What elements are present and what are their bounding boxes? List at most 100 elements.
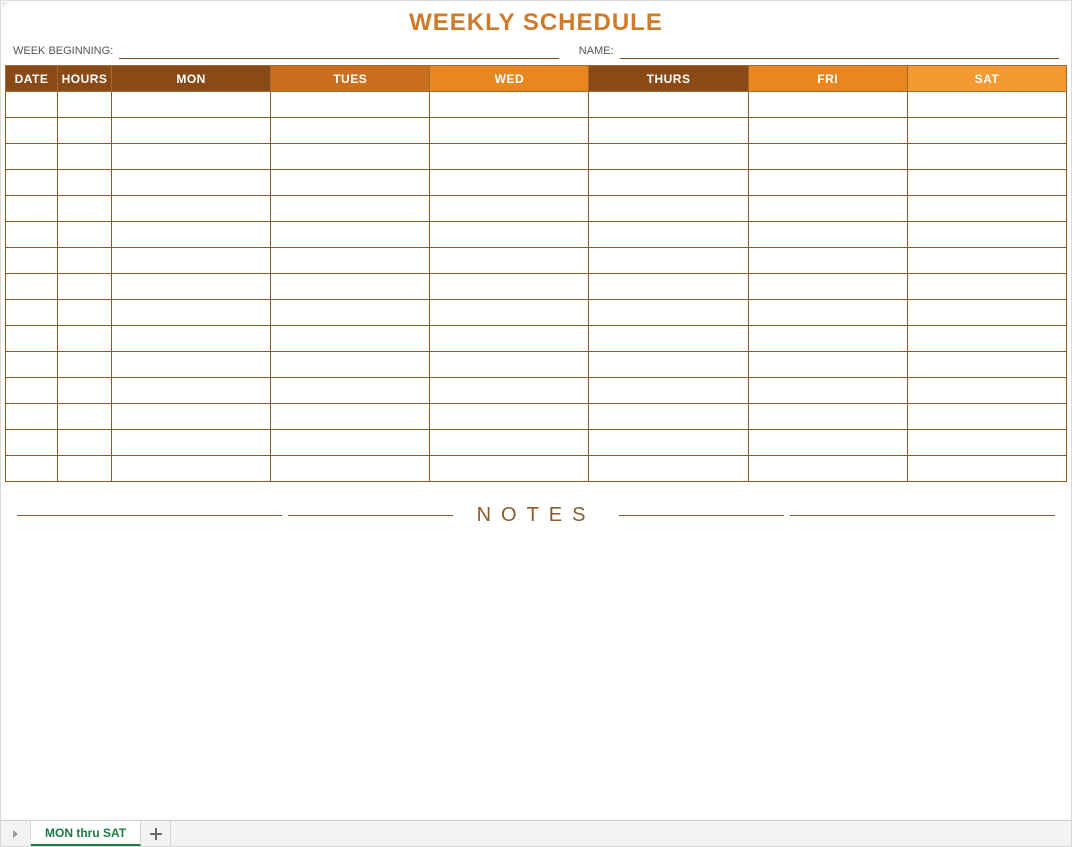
table-cell[interactable] (6, 456, 58, 482)
table-cell[interactable] (589, 118, 748, 144)
table-cell[interactable] (430, 196, 589, 222)
table-cell[interactable] (589, 404, 748, 430)
table-cell[interactable] (271, 118, 430, 144)
table-cell[interactable] (430, 326, 589, 352)
table-cell[interactable] (907, 222, 1066, 248)
table-cell[interactable] (430, 92, 589, 118)
table-cell[interactable] (6, 378, 58, 404)
table-cell[interactable] (589, 378, 748, 404)
table-cell[interactable] (6, 274, 58, 300)
table-cell[interactable] (430, 352, 589, 378)
col-header-hours[interactable]: HOURS (58, 66, 112, 92)
table-cell[interactable] (6, 196, 58, 222)
table-cell[interactable] (112, 274, 271, 300)
table-cell[interactable] (430, 274, 589, 300)
table-cell[interactable] (6, 300, 58, 326)
table-cell[interactable] (748, 92, 907, 118)
table-cell[interactable] (112, 326, 271, 352)
table-cell[interactable] (271, 378, 430, 404)
table-cell[interactable] (748, 222, 907, 248)
table-cell[interactable] (112, 300, 271, 326)
table-cell[interactable] (430, 170, 589, 196)
table-cell[interactable] (112, 378, 271, 404)
table-cell[interactable] (589, 222, 748, 248)
table-cell[interactable] (58, 456, 112, 482)
col-header-mon[interactable]: MON (112, 66, 271, 92)
table-cell[interactable] (430, 404, 589, 430)
table-cell[interactable] (907, 170, 1066, 196)
table-cell[interactable] (112, 170, 271, 196)
table-cell[interactable] (6, 352, 58, 378)
table-cell[interactable] (748, 274, 907, 300)
table-cell[interactable] (6, 144, 58, 170)
table-cell[interactable] (748, 456, 907, 482)
table-cell[interactable] (589, 170, 748, 196)
table-cell[interactable] (112, 196, 271, 222)
table-cell[interactable] (907, 430, 1066, 456)
table-cell[interactable] (589, 326, 748, 352)
table-cell[interactable] (271, 92, 430, 118)
table-cell[interactable] (430, 118, 589, 144)
table-cell[interactable] (589, 144, 748, 170)
table-cell[interactable] (907, 248, 1066, 274)
table-cell[interactable] (748, 378, 907, 404)
table-cell[interactable] (589, 300, 748, 326)
table-cell[interactable] (58, 196, 112, 222)
table-cell[interactable] (907, 196, 1066, 222)
table-cell[interactable] (6, 430, 58, 456)
table-cell[interactable] (907, 456, 1066, 482)
col-header-fri[interactable]: FRI (748, 66, 907, 92)
table-cell[interactable] (6, 92, 58, 118)
table-cell[interactable] (907, 326, 1066, 352)
table-cell[interactable] (589, 352, 748, 378)
table-cell[interactable] (58, 248, 112, 274)
table-cell[interactable] (58, 326, 112, 352)
table-cell[interactable] (6, 326, 58, 352)
table-cell[interactable] (271, 352, 430, 378)
table-cell[interactable] (907, 92, 1066, 118)
table-cell[interactable] (271, 326, 430, 352)
table-cell[interactable] (907, 378, 1066, 404)
col-header-sat[interactable]: SAT (907, 66, 1066, 92)
table-cell[interactable] (907, 274, 1066, 300)
table-cell[interactable] (112, 118, 271, 144)
table-cell[interactable] (112, 456, 271, 482)
table-cell[interactable] (748, 404, 907, 430)
table-cell[interactable] (748, 196, 907, 222)
name-field[interactable] (620, 43, 1059, 59)
table-cell[interactable] (748, 144, 907, 170)
table-cell[interactable] (748, 300, 907, 326)
week-beginning-field[interactable] (119, 43, 558, 59)
table-cell[interactable] (112, 248, 271, 274)
table-cell[interactable] (430, 144, 589, 170)
table-cell[interactable] (271, 170, 430, 196)
col-header-thurs[interactable]: THURS (589, 66, 748, 92)
table-cell[interactable] (748, 352, 907, 378)
table-cell[interactable] (58, 118, 112, 144)
table-cell[interactable] (430, 456, 589, 482)
table-cell[interactable] (58, 430, 112, 456)
table-cell[interactable] (112, 222, 271, 248)
table-cell[interactable] (589, 92, 748, 118)
table-cell[interactable] (271, 274, 430, 300)
table-cell[interactable] (589, 274, 748, 300)
table-cell[interactable] (271, 404, 430, 430)
table-cell[interactable] (112, 430, 271, 456)
table-cell[interactable] (907, 352, 1066, 378)
add-sheet-button[interactable] (141, 821, 171, 846)
table-cell[interactable] (589, 456, 748, 482)
table-cell[interactable] (430, 300, 589, 326)
table-cell[interactable] (748, 248, 907, 274)
table-cell[interactable] (589, 196, 748, 222)
table-cell[interactable] (6, 118, 58, 144)
table-cell[interactable] (271, 196, 430, 222)
table-cell[interactable] (58, 300, 112, 326)
table-cell[interactable] (58, 222, 112, 248)
table-cell[interactable] (6, 404, 58, 430)
table-cell[interactable] (430, 430, 589, 456)
table-cell[interactable] (589, 430, 748, 456)
table-cell[interactable] (430, 222, 589, 248)
table-cell[interactable] (6, 170, 58, 196)
table-cell[interactable] (6, 222, 58, 248)
table-cell[interactable] (58, 378, 112, 404)
